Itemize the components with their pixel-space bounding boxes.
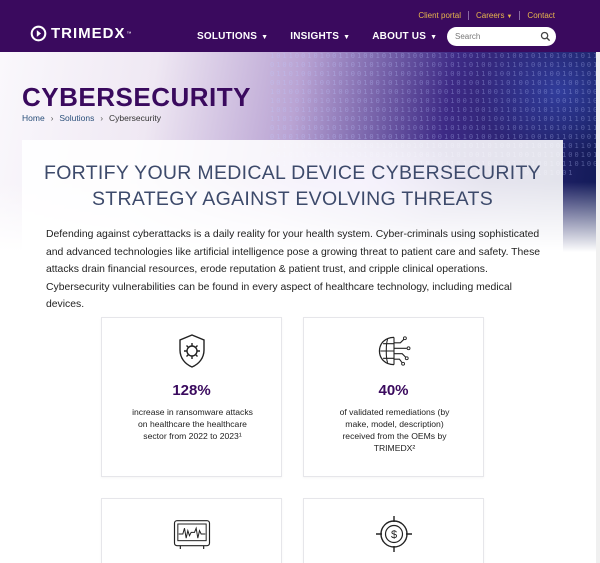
chevron-down-icon: ▼	[506, 14, 513, 20]
stat-card: 128% increase in ransomware attacks on h…	[101, 317, 282, 477]
utility-nav: Client portal Careers ▼ Contact	[418, 11, 555, 20]
svg-text:$: $	[390, 529, 396, 541]
stat-card: 40% of validated remediations (by make, …	[303, 317, 484, 477]
stat-card: $	[303, 498, 484, 563]
search-icon[interactable]	[540, 31, 551, 42]
nav-item-solutions[interactable]: SOLUTIONS ▼	[197, 31, 268, 42]
trimedx-logo[interactable]: TRIMEDX ™	[30, 25, 132, 42]
search-input[interactable]: Search	[447, 27, 556, 46]
headline-line-2: STRATEGY AGAINST EVOLVING THREATS	[91, 188, 494, 210]
search-placeholder: Search	[455, 32, 481, 41]
logo-mark-icon	[30, 25, 47, 42]
site-header: TRIMEDX ™ Client portal Careers ▼ Contact …	[0, 0, 600, 52]
chevron-down-icon: ▼	[261, 34, 269, 41]
util-link-contact[interactable]: Contact	[527, 11, 555, 20]
nav-item-insights[interactable]: INSIGHTS ▼	[290, 31, 350, 42]
chevron-down-icon: ▼	[430, 34, 438, 41]
util-link-client-portal[interactable]: Client portal	[418, 11, 461, 20]
breadcrumb-solutions[interactable]: Solutions	[59, 113, 94, 123]
dollar-target-icon: $	[375, 516, 412, 552]
stat-description: increase in ransomware attacks on health…	[132, 407, 253, 441]
section-headline: FORTIFY YOUR MEDICAL DEVICE CYBERSECURIT…	[22, 160, 563, 212]
nav-item-about-us[interactable]: ABOUT US ▼	[372, 31, 437, 42]
main-nav: SOLUTIONS ▼ INSIGHTS ▼ ABOUT US ▼	[197, 31, 437, 42]
nav-item-label: SOLUTIONS	[197, 31, 258, 42]
stat-value: 40%	[378, 382, 409, 399]
nav-item-label: INSIGHTS	[290, 31, 340, 42]
breadcrumb-current: Cybersecurity	[109, 113, 161, 123]
stat-value: 128%	[172, 382, 211, 399]
chevron-right-icon: ›	[100, 113, 103, 123]
stat-description: of validated remediations (by make, mode…	[339, 407, 450, 453]
ai-brain-icon	[378, 336, 410, 366]
stat-card	[101, 498, 282, 563]
logo-trademark: ™	[126, 30, 132, 37]
monitor-icon	[173, 520, 210, 549]
breadcrumb-home[interactable]: Home	[22, 113, 45, 123]
nav-item-label: ABOUT US	[372, 31, 427, 42]
util-divider	[519, 11, 521, 20]
util-link-careers[interactable]: Careers ▼	[476, 11, 512, 20]
page-title: CYBERSECURITY	[22, 82, 251, 112]
chevron-right-icon: ›	[50, 113, 54, 123]
headline-line-1: FORTIFY YOUR MEDICAL DEVICE CYBERSECURIT…	[43, 162, 541, 184]
chevron-down-icon: ▼	[343, 34, 351, 41]
logo-text: TRIMEDX	[51, 25, 126, 42]
breadcrumb: Home › Solutions › Cybersecurity	[22, 113, 161, 123]
util-divider	[468, 11, 470, 20]
page-scrollbar[interactable]	[596, 52, 600, 563]
intro-paragraph: Defending against cyberattacks is a dail…	[46, 229, 541, 311]
shield-gear-icon	[178, 334, 205, 368]
util-link-careers-label: Careers	[476, 11, 505, 20]
